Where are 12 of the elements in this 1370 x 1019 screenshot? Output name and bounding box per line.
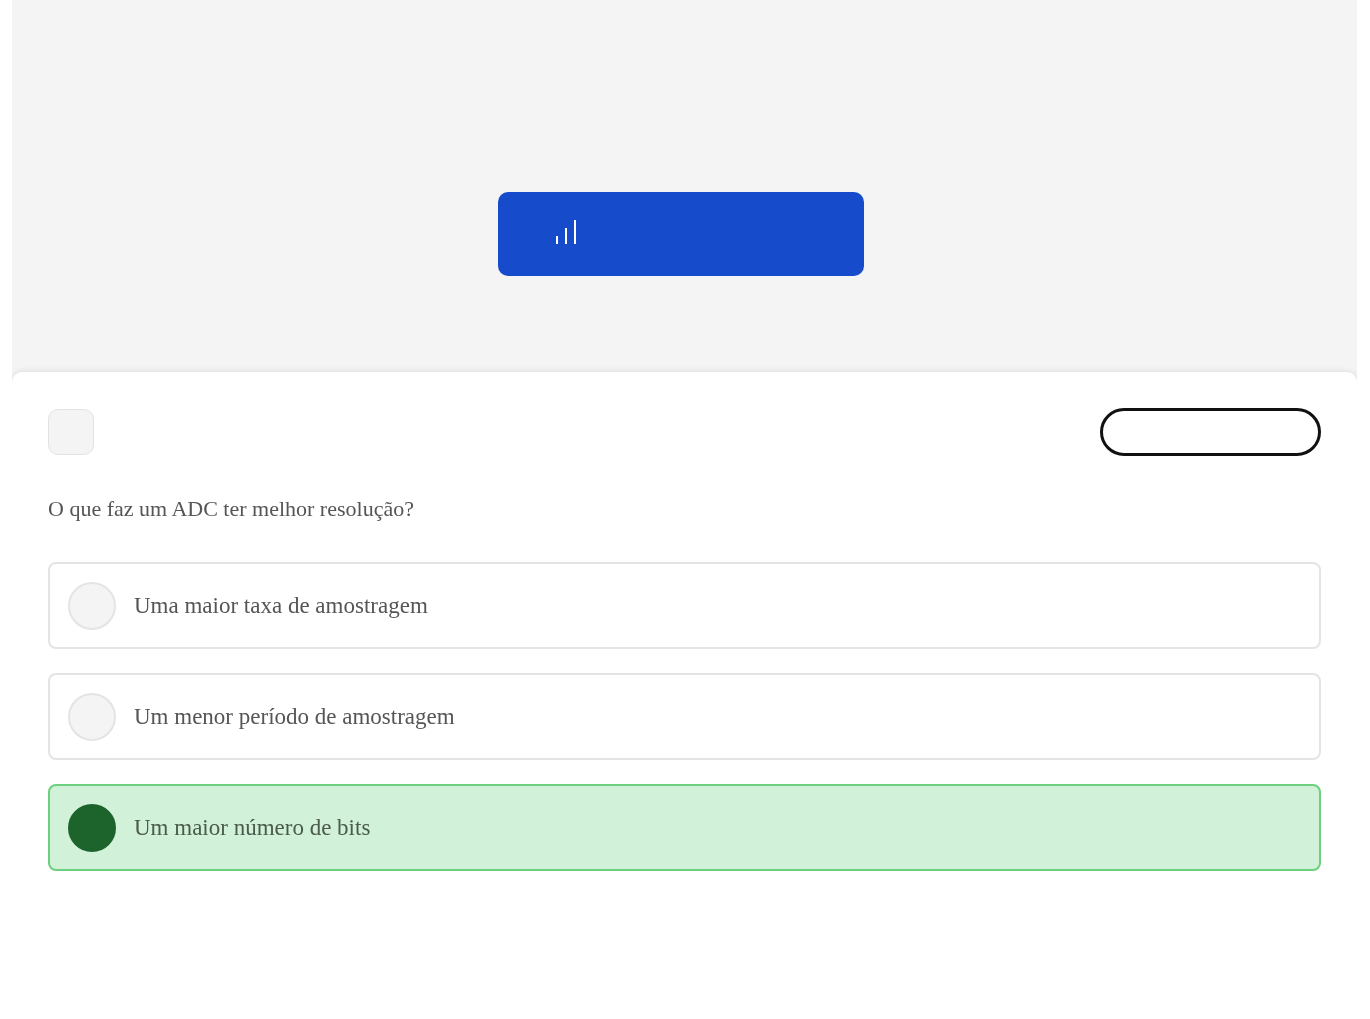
answer-option[interactable]: Uma maior taxa de amostragem <box>48 562 1321 649</box>
radio-circle[interactable] <box>68 803 116 852</box>
option-label: Uma maior taxa de amostragem <box>134 592 428 619</box>
option-label: Um maior número de bits <box>134 814 371 841</box>
square-placeholder <box>48 409 94 455</box>
signal-button[interactable] <box>497 192 864 276</box>
answer-option[interactable]: Um maior número de bits <box>48 784 1321 871</box>
option-label: Um menor período de amostragem <box>134 703 455 730</box>
answer-option[interactable]: Um menor período de amostragem <box>48 673 1321 760</box>
outline-pill-button[interactable] <box>1100 408 1321 456</box>
question-text: O que faz um ADC ter melhor resolução? <box>48 496 415 522</box>
signal-bars-icon <box>554 219 577 245</box>
